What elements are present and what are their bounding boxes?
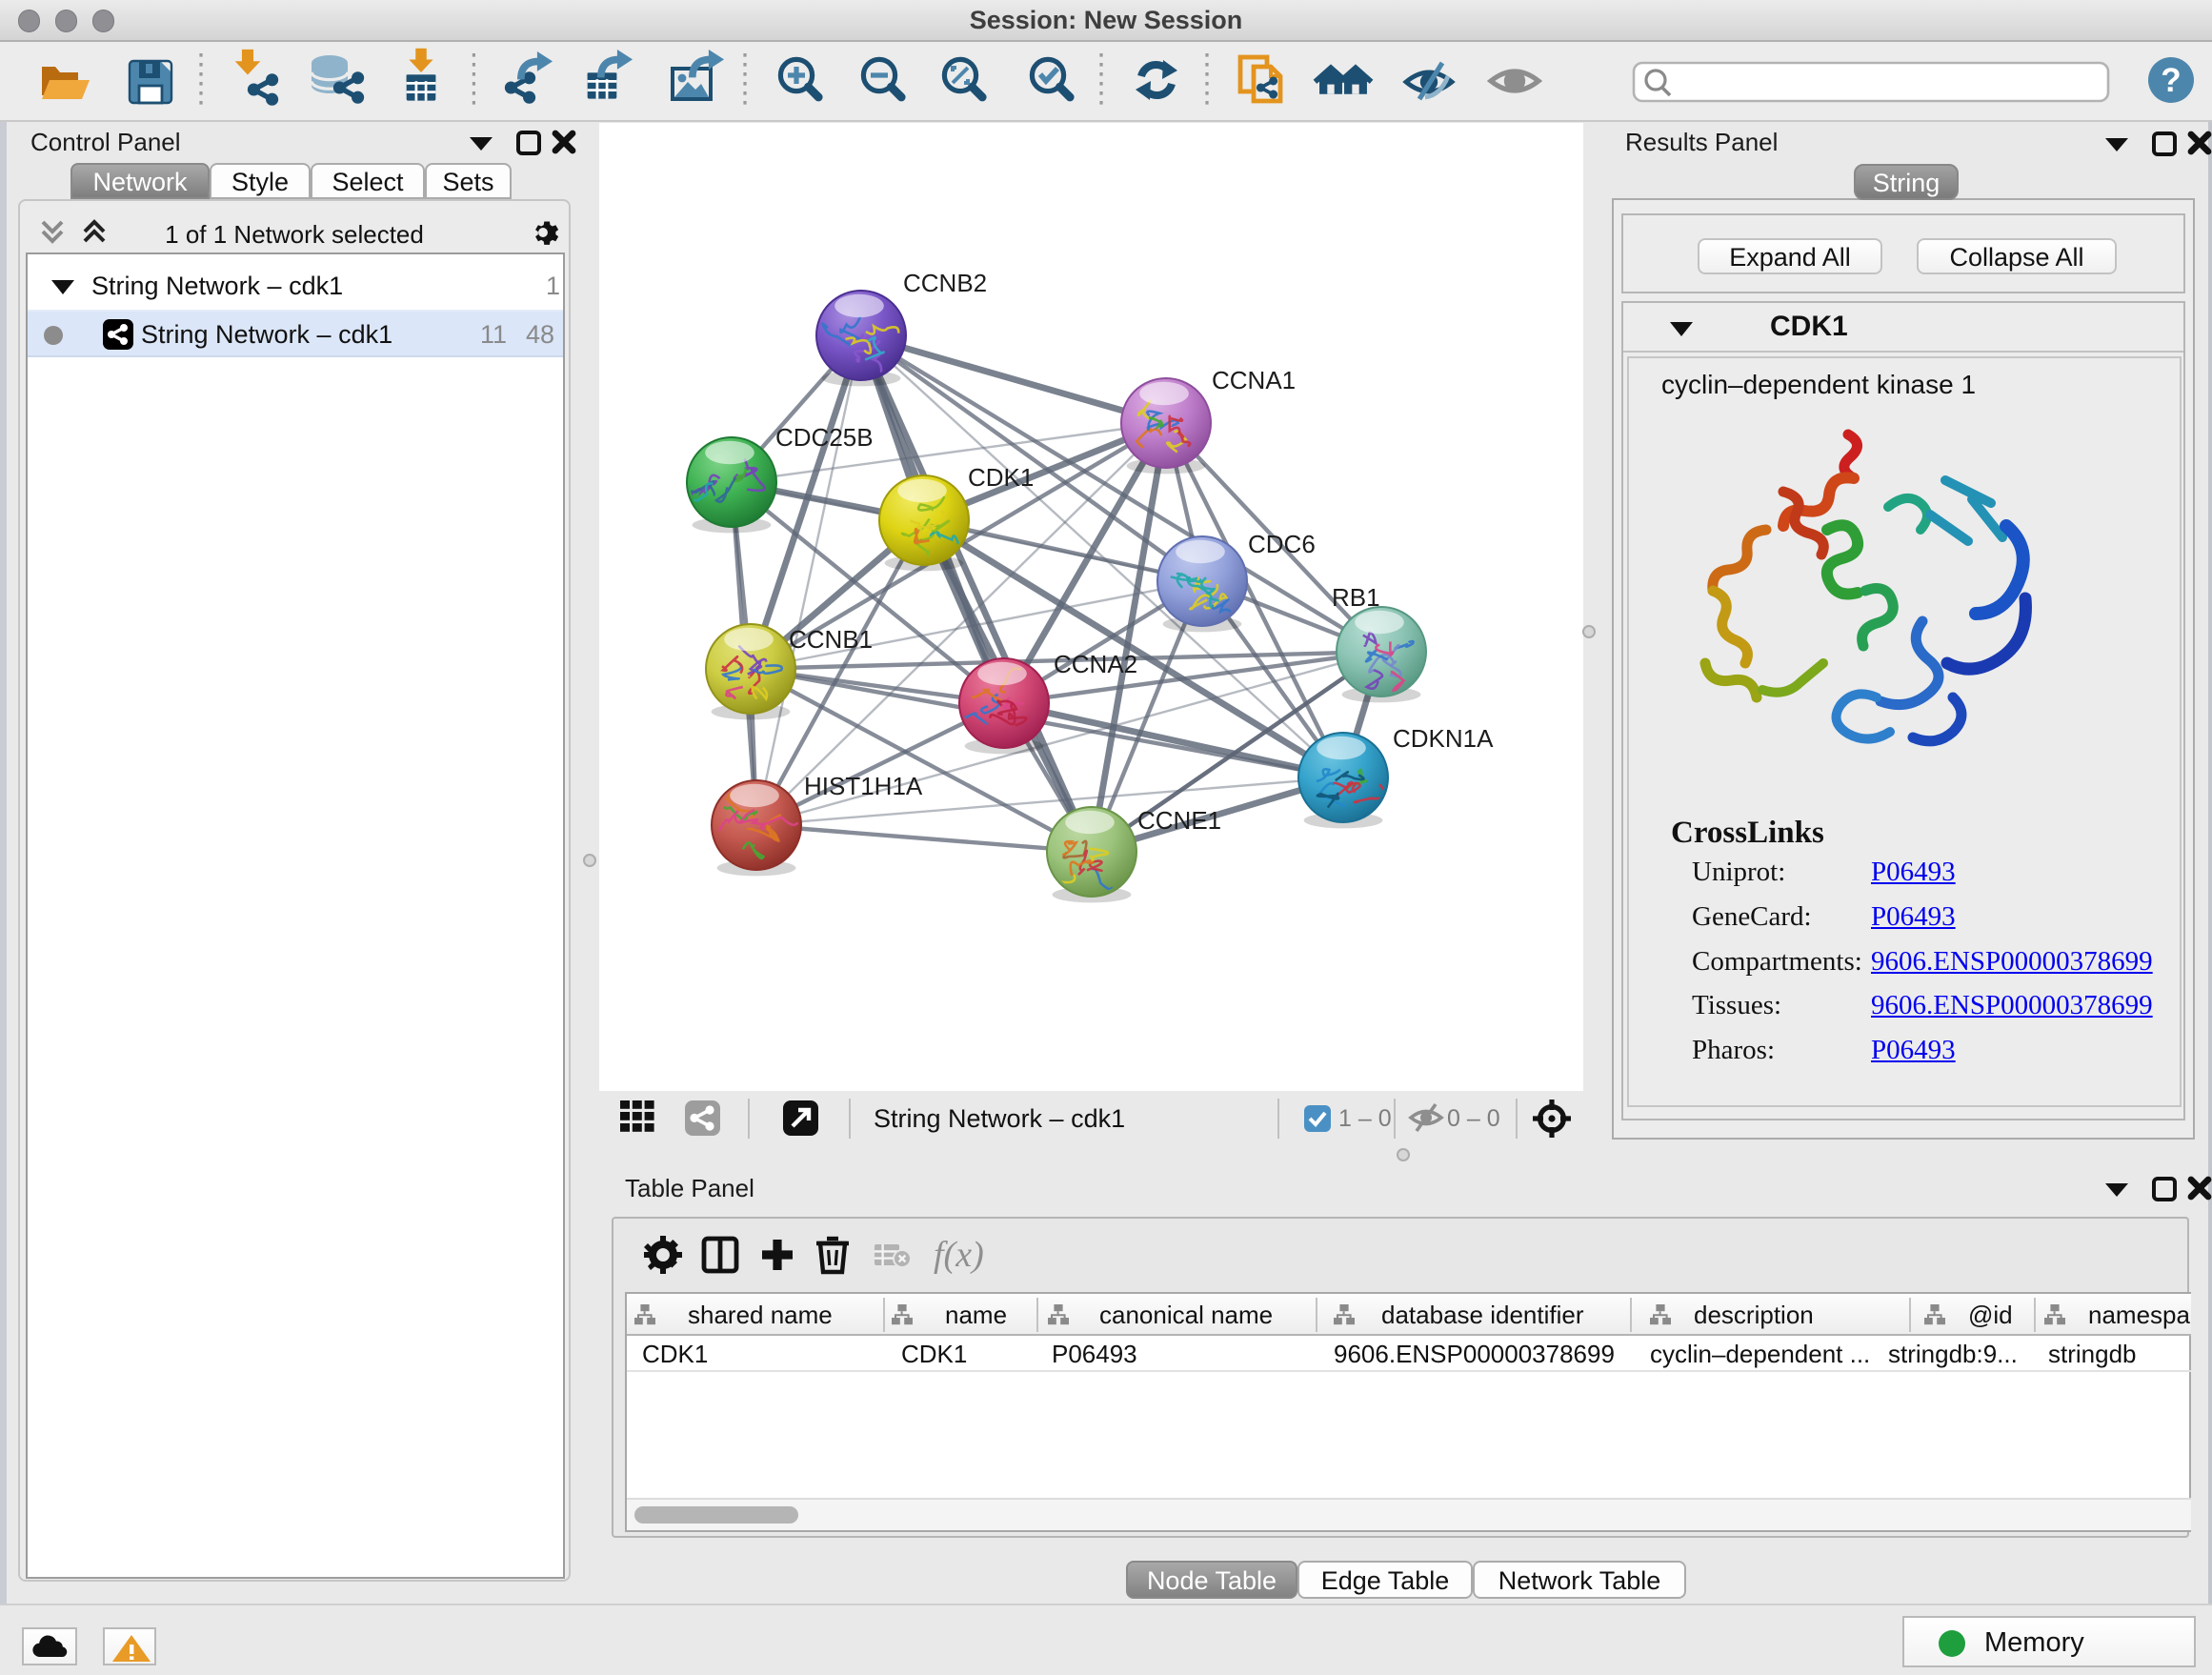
svg-text:database identifier: database identifier xyxy=(1381,1301,1584,1329)
svg-text:CCNB2: CCNB2 xyxy=(903,269,987,297)
svg-text:shared name: shared name xyxy=(688,1301,833,1329)
svg-text:String Network – cdk1: String Network – cdk1 xyxy=(874,1104,1125,1133)
svg-text:namespace: namespace xyxy=(2088,1301,2191,1329)
svg-text:CDC25B: CDC25B xyxy=(775,423,874,452)
svg-text:0 – 0: 0 – 0 xyxy=(1447,1105,1500,1132)
svg-text:HIST1H1A: HIST1H1A xyxy=(804,772,923,800)
svg-text:description: description xyxy=(1694,1301,1814,1329)
svg-text:1 – 0: 1 – 0 xyxy=(1338,1105,1392,1132)
svg-text:CCNA1: CCNA1 xyxy=(1212,366,1296,394)
svg-text:f(x): f(x) xyxy=(934,1235,984,1275)
svg-text:canonical name: canonical name xyxy=(1099,1301,1273,1329)
svg-text:name: name xyxy=(945,1301,1007,1329)
svg-text:CDKN1A: CDKN1A xyxy=(1393,724,1494,753)
svg-text:RB1: RB1 xyxy=(1332,583,1380,612)
svg-text:CDK1: CDK1 xyxy=(901,1340,967,1368)
svg-text:stringdb:9...: stringdb:9... xyxy=(1888,1340,2018,1368)
svg-text:?: ? xyxy=(2161,62,2181,99)
svg-text:@id: @id xyxy=(1968,1301,2013,1329)
svg-text:CDK1: CDK1 xyxy=(642,1340,708,1368)
svg-text:CCNE1: CCNE1 xyxy=(1137,806,1221,835)
svg-text:CCNB1: CCNB1 xyxy=(789,625,873,654)
svg-text:CCNA2: CCNA2 xyxy=(1054,650,1137,678)
svg-text:P06493: P06493 xyxy=(1052,1340,1137,1368)
svg-text:stringdb: stringdb xyxy=(2048,1340,2137,1368)
svg-text:9606.ENSP00000378699: 9606.ENSP00000378699 xyxy=(1334,1340,1615,1368)
svg-text:CDK1: CDK1 xyxy=(968,463,1034,492)
svg-text:CDC6: CDC6 xyxy=(1248,530,1316,558)
svg-text:cyclin–dependent ...: cyclin–dependent ... xyxy=(1650,1340,1870,1368)
